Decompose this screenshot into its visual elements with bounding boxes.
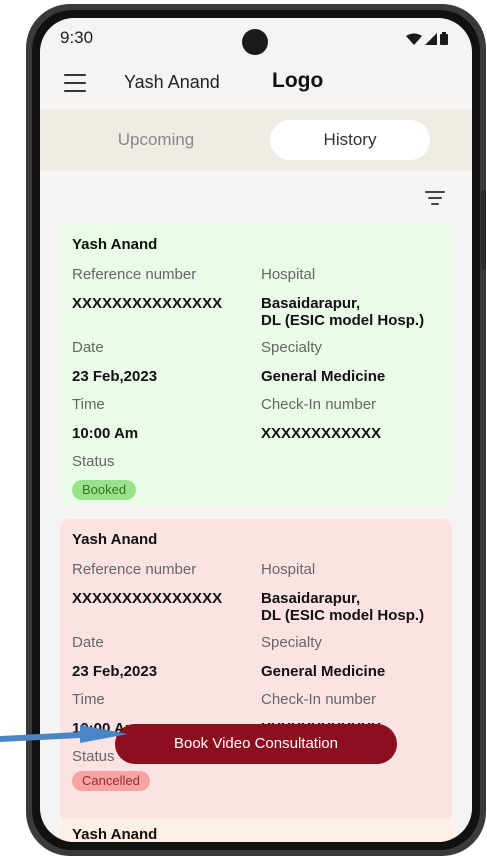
reference-label: Reference number <box>72 561 197 578</box>
date-label: Date <box>72 339 104 356</box>
reference-label: Reference number <box>72 266 197 283</box>
card-patient-name: Yash Anand <box>72 531 158 548</box>
time-label: Time <box>72 396 105 413</box>
tab-upcoming[interactable]: Upcoming <box>56 120 256 160</box>
signal-icon <box>425 32 437 45</box>
time-label: Time <box>72 691 105 708</box>
app-logo: Logo <box>272 69 324 92</box>
specialty-value: General Medicine <box>261 368 386 385</box>
status-time: 9:30 <box>60 28 94 47</box>
card-patient-name: Yash Anand <box>72 826 158 842</box>
filter-icon[interactable] <box>425 191 445 207</box>
specialty-value: General Medicine <box>261 663 386 680</box>
date-value: 23 Feb,2023 <box>72 663 158 680</box>
date-label: Date <box>72 634 104 651</box>
appointment-card-cancelled[interactable]: Yash Anand Reference number Hospital XXX… <box>60 519 452 821</box>
system-icons <box>406 32 448 45</box>
battery-icon <box>440 32 448 45</box>
hospital-line2: DL (ESIC model Hosp.) <box>261 312 425 329</box>
status-badge-cancelled: Cancelled <box>72 771 150 791</box>
arrow-icon <box>0 725 128 743</box>
checkin-label: Check-In number <box>261 396 377 413</box>
wifi-icon <box>406 33 422 45</box>
phone-side-button <box>481 190 486 270</box>
tab-bar: Upcoming History <box>40 110 472 170</box>
header-user-name: Yash Anand <box>124 72 220 92</box>
checkin-label: Check-In number <box>261 691 377 708</box>
phone-screen: 9:30 Yash Anand Logo Upcoming History Ya… <box>40 18 472 842</box>
time-value: 10:00 Am <box>72 425 139 442</box>
status-bar: 9:30 <box>40 18 472 58</box>
specialty-label: Specialty <box>261 634 322 651</box>
tab-history[interactable]: History <box>270 120 430 160</box>
specialty-label: Specialty <box>261 339 322 356</box>
book-video-consultation-button[interactable]: Book Video Consultation <box>115 724 397 764</box>
hospital-label: Hospital <box>261 266 316 283</box>
hospital-line1: Basaidarapur, <box>261 590 361 607</box>
front-camera <box>242 29 268 55</box>
reference-value: XXXXXXXXXXXXXXX <box>72 295 223 312</box>
status-label: Status <box>72 453 115 470</box>
hospital-line1: Basaidarapur, <box>261 295 361 312</box>
appointment-card-booked[interactable]: Yash Anand Reference number Hospital XXX… <box>60 224 452 506</box>
reference-value: XXXXXXXXXXXXXXX <box>72 590 223 607</box>
hospital-label: Hospital <box>261 561 316 578</box>
status-badge-booked: Booked <box>72 480 137 500</box>
hospital-line2: DL (ESIC model Hosp.) <box>261 607 425 624</box>
appointment-card-partial[interactable]: Yash Anand <box>60 818 452 842</box>
menu-icon[interactable] <box>64 74 86 92</box>
card-patient-name: Yash Anand <box>72 236 158 253</box>
app-bar: Yash Anand Logo <box>40 58 472 108</box>
date-value: 23 Feb,2023 <box>72 368 158 385</box>
checkin-value: XXXXXXXXXXXX <box>261 425 382 442</box>
